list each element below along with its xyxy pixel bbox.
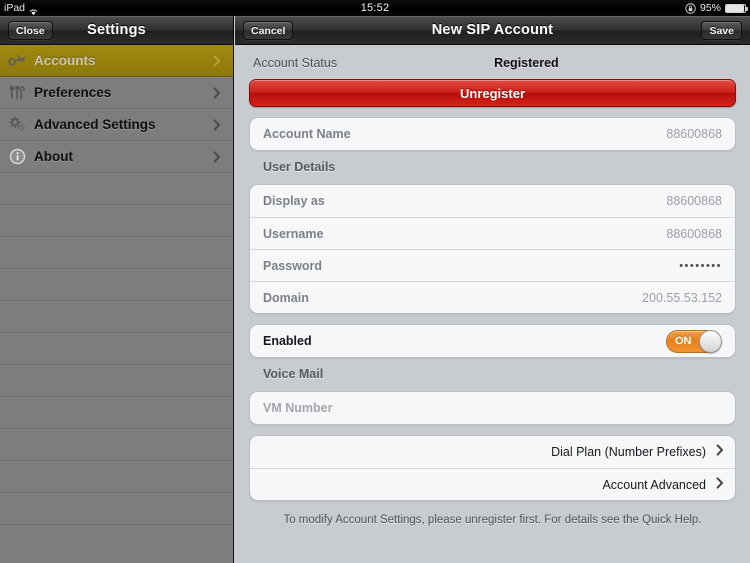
sidebar-item-accounts[interactable]: Accounts [0, 45, 233, 77]
chevron-right-icon [213, 118, 221, 131]
page-title: New SIP Account [431, 22, 554, 38]
chevron-right-icon [213, 150, 221, 163]
dial-plan-label: Dial Plan (Number Prefixes) [551, 445, 706, 459]
chevron-right-icon [213, 86, 221, 99]
user-details-group: Display as 88600868 Username 88600868 Pa… [249, 184, 736, 314]
enabled-label: Enabled [263, 334, 312, 348]
rotation-lock-icon [685, 2, 696, 14]
info-icon [0, 148, 34, 165]
dial-plan-row[interactable]: Dial Plan (Number Prefixes) [250, 436, 735, 468]
chevron-right-icon [716, 476, 724, 494]
display-as-value: 88600868 [666, 194, 722, 208]
account-advanced-row[interactable]: Account Advanced [250, 468, 735, 500]
enabled-group: Enabled ON [249, 324, 736, 358]
account-status-row: Account Status Registered [235, 51, 750, 75]
battery-icon [725, 3, 748, 13]
right-toolbar: Cancel New SIP Account Save [235, 16, 750, 45]
vm-number-row[interactable]: VM Number [250, 392, 735, 424]
sidebar-item-label: Advanced Settings [34, 117, 156, 132]
sidebar-empty-row [0, 461, 233, 493]
sidebar-item-about[interactable]: About [0, 141, 233, 173]
settings-sidebar: Accounts Preferences Advanced Settings A… [0, 45, 234, 563]
password-value: •••••••• [679, 259, 722, 272]
clock-label: 15:52 [360, 2, 390, 14]
sidebar-item-label: About [34, 149, 73, 164]
voice-mail-group: VM Number [249, 391, 736, 425]
save-button[interactable]: Save [701, 21, 742, 40]
account-advanced-label: Account Advanced [602, 477, 706, 492]
battery-percent-label: 95% [699, 2, 721, 14]
unregister-button[interactable]: Unregister [249, 79, 736, 107]
password-label: Password [263, 258, 323, 273]
chevron-right-icon [716, 443, 724, 461]
sidebar-empty-row [0, 333, 233, 365]
sidebar-item-advanced-settings[interactable]: Advanced Settings [0, 109, 233, 141]
sidebar-empty-row [0, 365, 233, 397]
account-name-label: Account Name [263, 127, 351, 141]
sidebar-empty-row [0, 269, 233, 301]
toggle-knob[interactable] [699, 329, 722, 353]
account-name-row[interactable]: Account Name 88600868 [250, 118, 735, 150]
username-label: Username [263, 226, 324, 241]
form-footnote: To modify Account Settings, please unreg… [283, 514, 702, 526]
ipad-settings-screen: iPad 15:52 95% Close Settings Cancel New… [0, 0, 750, 563]
enabled-toggle[interactable]: ON [666, 329, 722, 353]
gears-icon [0, 116, 34, 133]
sidebar-empty-row [0, 429, 233, 461]
vm-number-input[interactable]: VM Number [263, 401, 332, 415]
display-as-row[interactable]: Display as 88600868 [250, 185, 735, 217]
display-as-label: Display as [263, 194, 325, 208]
sidebar-empty-row [0, 173, 233, 205]
account-status-value: Registered [494, 56, 559, 70]
left-toolbar: Close Settings [0, 16, 234, 45]
status-bar-right: 95% [685, 0, 748, 16]
enabled-row: Enabled ON [250, 325, 735, 357]
tools-icon [0, 85, 34, 100]
domain-value: 200.55.53.152 [642, 290, 722, 305]
sidebar-empty-row [0, 205, 233, 237]
user-details-header: User Details [263, 160, 336, 174]
domain-row[interactable]: Domain 200.55.53.152 [250, 281, 735, 313]
settings-title: Settings [87, 22, 146, 38]
password-row[interactable]: Password •••••••• [250, 249, 735, 281]
chevron-right-icon [213, 54, 221, 67]
sidebar-empty-row [0, 301, 233, 333]
sidebar-empty-row [0, 493, 233, 525]
account-status-label: Account Status [253, 56, 338, 70]
sidebar-item-preferences[interactable]: Preferences [0, 77, 233, 109]
username-value: 88600868 [666, 226, 722, 241]
sidebar-empty-row [0, 237, 233, 269]
domain-label: Domain [263, 290, 309, 305]
sidebar-empty-row [0, 397, 233, 429]
voice-mail-header: Voice Mail [263, 367, 324, 381]
new-sip-account-form: Account Status Registered Unregister Acc… [235, 45, 750, 563]
sidebar-item-label: Accounts [34, 53, 96, 68]
toggle-state-label: ON [675, 334, 692, 347]
sidebar-item-label: Preferences [34, 85, 112, 100]
status-bar: iPad 15:52 95% [0, 0, 750, 16]
account-name-group: Account Name 88600868 [249, 117, 736, 151]
navigation-group: Dial Plan (Number Prefixes) Account Adva… [249, 435, 736, 501]
key-icon [0, 54, 34, 67]
username-row[interactable]: Username 88600868 [250, 217, 735, 249]
account-name-value: 88600868 [666, 127, 722, 141]
